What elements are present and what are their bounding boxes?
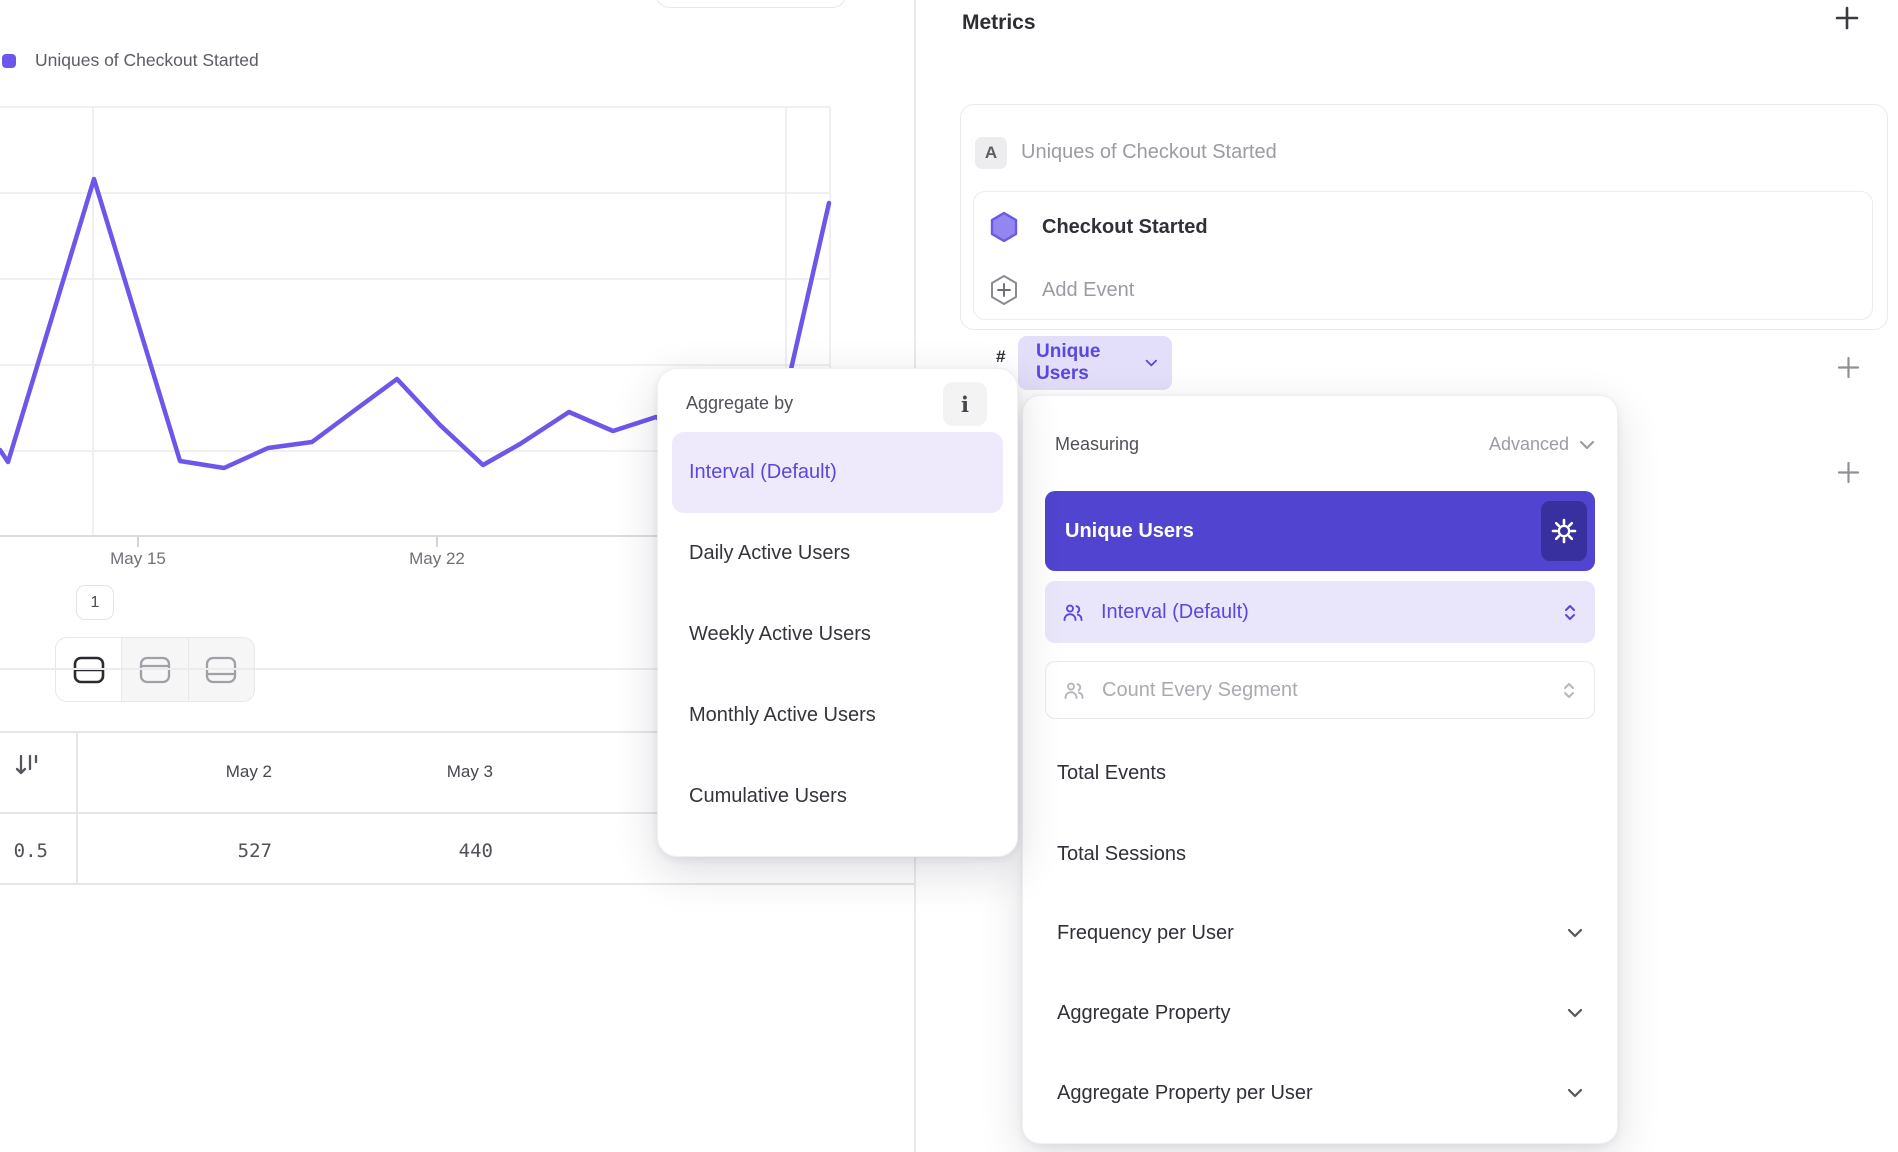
advanced-label: Advanced [1489, 434, 1569, 455]
layout-split-button[interactable] [56, 638, 122, 701]
advanced-toggle[interactable]: Advanced [1489, 434, 1595, 455]
aggregate-by-menu: Aggregate by i Interval (Default)Daily A… [657, 368, 1018, 857]
top-panel-layout-icon [137, 655, 173, 685]
up-down-chevrons-icon [1563, 603, 1577, 622]
interval-label: Interval (Default) [1101, 601, 1545, 624]
metric-letter-badge: A [975, 137, 1007, 169]
event-hexagon-icon [990, 211, 1018, 243]
aggregate-option[interactable]: Weekly Active Users [672, 594, 1003, 675]
measuring-menu: Measuring Advanced Unique Users [1022, 395, 1618, 1144]
aggregate-menu-items: Interval (Default)Daily Active UsersWeek… [672, 432, 1003, 837]
measuring-option-label: Aggregate Property per User [1057, 1082, 1313, 1105]
layout-bottom-button[interactable] [189, 638, 254, 701]
bottom-panel-layout-icon [203, 655, 239, 685]
measuring-option[interactable]: Total Sessions [1045, 829, 1595, 879]
measuring-title: Measuring [1055, 434, 1139, 455]
gear-icon [1550, 517, 1578, 545]
measuring-option-unique-users[interactable]: Unique Users [1045, 491, 1595, 571]
table-row-border [0, 883, 915, 885]
split-layout-icon [71, 655, 107, 685]
event-name: Checkout Started [1042, 216, 1208, 239]
metric-card: A Uniques of Checkout Started Checkout S… [960, 104, 1888, 330]
chevron-down-icon [1567, 1088, 1583, 1098]
aggregate-option[interactable]: Monthly Active Users [672, 675, 1003, 756]
up-down-chevrons-icon [1562, 681, 1576, 700]
chevron-down-icon [1145, 358, 1158, 368]
plus-icon [1834, 5, 1860, 31]
chevron-down-icon [1579, 440, 1595, 450]
segment-count-label: Count Every Segment [1102, 679, 1544, 702]
users-icon [1063, 604, 1083, 621]
x-axis-ticks [138, 537, 437, 547]
measuring-option-expandable[interactable]: Aggregate Property [1045, 988, 1595, 1038]
measuring-option-expandable[interactable]: Frequency per User [1045, 908, 1595, 958]
measure-pill[interactable]: Unique Users [1018, 336, 1172, 390]
plus-icon [1837, 461, 1860, 484]
add-filter-button[interactable] [1836, 355, 1860, 379]
page-badge[interactable]: 1 [76, 585, 114, 620]
add-event-button[interactable]: Add Event [990, 274, 1134, 306]
info-button[interactable]: i [943, 382, 987, 426]
table-column-border [76, 731, 78, 883]
table-value-cell: 527 [112, 840, 272, 862]
users-icon [1064, 682, 1084, 699]
metric-name: Uniques of Checkout Started [1021, 141, 1277, 164]
measuring-option[interactable]: Total Events [1045, 748, 1595, 798]
measuring-option-label: Aggregate Property [1057, 1002, 1230, 1025]
measuring-option-label: Total Events [1057, 762, 1166, 785]
layout-toggle [55, 637, 255, 702]
measuring-option-label: Total Sessions [1057, 843, 1186, 866]
metrics-panel-title: Metrics [962, 11, 1036, 35]
table-header-cell[interactable]: May 2 [112, 762, 272, 782]
table-value-cell: 440 [333, 840, 493, 862]
aggregate-option[interactable]: Cumulative Users [672, 756, 1003, 837]
interval-selector[interactable]: Interval (Default) [1045, 581, 1595, 643]
event-card: Checkout Started Add Event [973, 191, 1873, 320]
table-header-cell[interactable]: May 3 [333, 762, 493, 782]
chevron-down-icon [1567, 928, 1583, 938]
measure-settings-button[interactable] [1541, 501, 1587, 561]
aggregate-option[interactable]: Interval (Default) [672, 432, 1003, 513]
sort-icon [14, 752, 42, 780]
analytics-app: Uniques of Checkout Started May 15 May 22… [0, 0, 1898, 1152]
plus-icon [1837, 356, 1860, 379]
x-tick-label: May 15 [110, 549, 166, 569]
sort-button[interactable] [14, 752, 42, 785]
event-row[interactable]: Checkout Started [990, 211, 1208, 243]
add-event-label: Add Event [1042, 279, 1134, 302]
x-tick-label: May 22 [409, 549, 465, 569]
measuring-option-expandable[interactable]: Aggregate Property per User [1045, 1068, 1595, 1118]
numeric-type-symbol: # [996, 347, 1005, 367]
layout-top-button[interactable] [122, 638, 188, 701]
add-metric-button[interactable] [1833, 4, 1861, 32]
aggregate-option[interactable]: Daily Active Users [672, 513, 1003, 594]
measuring-option-label: Frequency per User [1057, 922, 1234, 945]
measure-pill-label: Unique Users [1036, 341, 1133, 385]
table-row-label: 0.5 [0, 840, 48, 862]
selected-measure-label: Unique Users [1065, 520, 1194, 543]
add-breakdown-button[interactable] [1836, 460, 1860, 484]
info-icon: i [961, 392, 969, 417]
aggregate-by-title: Aggregate by [686, 393, 793, 414]
add-event-hexagon-icon [990, 274, 1018, 306]
segment-count-selector[interactable]: Count Every Segment [1045, 661, 1595, 719]
chevron-down-icon [1567, 1008, 1583, 1018]
